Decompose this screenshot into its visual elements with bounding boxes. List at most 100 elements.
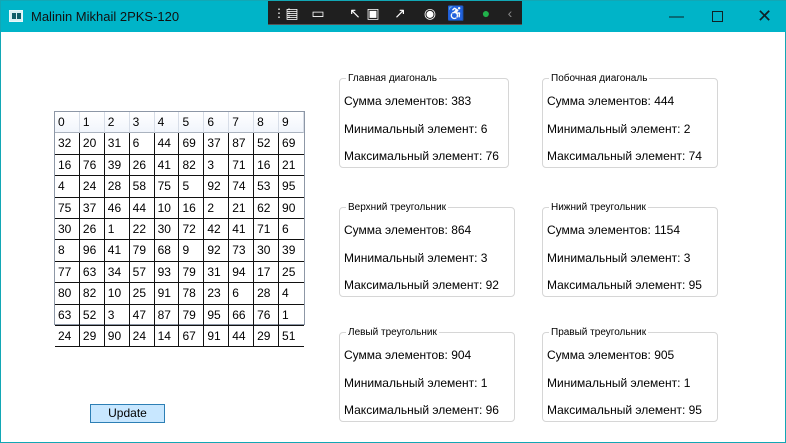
grid-cell[interactable]: 37 (79, 197, 105, 219)
grid-cell[interactable]: 62 (254, 197, 280, 219)
grid-cell[interactable]: 20 (79, 133, 105, 155)
grid-cell[interactable]: 10 (154, 197, 180, 219)
grid-cell[interactable]: 16 (254, 154, 280, 177)
grid-cell[interactable]: 10 (104, 283, 130, 305)
grid-cell[interactable]: 69 (279, 133, 304, 155)
grid-cell[interactable]: 30 (55, 218, 80, 241)
title-bar[interactable]: Malinin Mikhail 2PKS-120 ⋮⋮ ▤ ▭ ↖ ▣ ↗ ◉ … (1, 1, 786, 32)
grid-cell[interactable]: 72 (179, 218, 205, 241)
grid-cell[interactable]: 21 (229, 197, 255, 219)
grid-cell[interactable]: 76 (79, 154, 105, 177)
grid-cell[interactable]: 73 (229, 240, 255, 262)
grid-cell[interactable]: 74 (229, 176, 255, 198)
grid-cell[interactable]: 14 (154, 325, 180, 348)
grid-cell[interactable]: 1 (279, 305, 304, 326)
grid-cell[interactable]: 2 (204, 197, 230, 219)
matrix-data-grid[interactable]: 0 1 2 3 4 5 6 7 8 9 32 20 31 6 44 69 37 87 52 69 16 76 39 26 41 8… (54, 111, 305, 348)
grid-cell[interactable]: 6 (129, 133, 155, 155)
grid-cell[interactable]: 51 (279, 326, 304, 348)
grid-cell[interactable]: 29 (254, 325, 280, 348)
grid-cell[interactable]: 21 (279, 155, 304, 177)
grid-cell[interactable]: 79 (179, 304, 205, 326)
hot-reload-icon[interactable]: ◉ (421, 4, 439, 22)
grid-cell[interactable]: 58 (129, 176, 155, 198)
grid-cell[interactable]: 30 (254, 240, 280, 262)
grid-cell[interactable]: 41 (154, 154, 180, 177)
grid-cell[interactable]: 91 (204, 325, 230, 348)
grid-cell[interactable]: 78 (179, 283, 205, 305)
grid-cell[interactable]: 24 (79, 176, 105, 198)
grid-cell[interactable]: 3 (204, 154, 230, 177)
grid-cell[interactable]: 3 (104, 304, 130, 326)
grid-cell[interactable]: 24 (129, 325, 155, 348)
grid-cell[interactable]: 9 (179, 240, 205, 262)
display-layout-adorners-icon[interactable]: ▣ (364, 4, 382, 22)
grid-cell[interactable]: 5 (179, 176, 205, 198)
grid-cell[interactable]: 24 (55, 325, 80, 348)
grid-cell[interactable]: 16 (55, 154, 80, 177)
grid-cell[interactable]: 95 (204, 304, 230, 326)
grid-cell[interactable]: 44 (154, 133, 180, 155)
grid-cell[interactable]: 82 (79, 283, 105, 305)
grid-cell[interactable]: 79 (179, 261, 205, 284)
grid-cell[interactable]: 44 (129, 197, 155, 219)
grid-cell[interactable]: 28 (254, 283, 280, 305)
grid-cell[interactable]: 39 (279, 240, 304, 262)
grid-cell[interactable]: 75 (154, 176, 180, 198)
grid-cell[interactable]: 8 (55, 240, 80, 262)
grid-cell[interactable]: 17 (254, 261, 280, 284)
collapse-toolbar-icon[interactable]: ‹ (501, 4, 519, 22)
grid-cell[interactable]: 94 (229, 261, 255, 284)
grid-cell[interactable]: 96 (79, 240, 105, 262)
grid-cell[interactable]: 4 (279, 283, 304, 305)
grid-cell[interactable]: 92 (204, 240, 230, 262)
grid-cell[interactable]: 80 (55, 283, 80, 305)
grid-cell[interactable]: 69 (179, 133, 205, 155)
grid-cell[interactable]: 53 (254, 176, 280, 198)
grid-cell[interactable]: 22 (129, 218, 155, 241)
grid-cell[interactable]: 46 (104, 197, 130, 219)
track-focus-icon[interactable]: ↗ (391, 4, 409, 22)
grid-cell[interactable]: 66 (229, 304, 255, 326)
grid-cell[interactable]: 87 (154, 304, 180, 326)
grid-cell[interactable]: 16 (179, 197, 205, 219)
grid-cell[interactable]: 47 (129, 304, 155, 326)
grid-cell[interactable]: 4 (55, 176, 80, 198)
grid-cell[interactable]: 63 (55, 304, 80, 326)
grid-cell[interactable]: 30 (154, 218, 180, 241)
grid-cell[interactable]: 71 (229, 154, 255, 177)
grid-cell[interactable]: 41 (229, 218, 255, 241)
grid-cell[interactable]: 25 (129, 283, 155, 305)
grid-cell[interactable]: 26 (79, 218, 105, 241)
drag-handle-icon[interactable]: ⋮⋮ (273, 4, 295, 22)
video-camera-icon[interactable]: ▭ (309, 4, 327, 22)
grid-cell[interactable]: 91 (154, 283, 180, 305)
grid-cell[interactable]: 75 (55, 197, 80, 219)
grid-cell[interactable]: 57 (129, 261, 155, 284)
grid-cell[interactable]: 76 (254, 304, 280, 326)
grid-cell[interactable]: 52 (79, 304, 105, 326)
grid-cell[interactable]: 63 (79, 261, 105, 284)
grid-cell[interactable]: 23 (204, 283, 230, 305)
maximize-button[interactable] (695, 1, 740, 32)
grid-cell[interactable]: 31 (104, 133, 130, 155)
grid-cell[interactable]: 1 (104, 218, 130, 241)
grid-cell[interactable]: 39 (104, 154, 130, 177)
grid-cell[interactable]: 25 (279, 262, 304, 284)
grid-cell[interactable]: 93 (154, 261, 180, 284)
grid-cell[interactable]: 32 (55, 133, 80, 155)
live-visual-tree-icon[interactable]: ▤ (283, 4, 301, 22)
grid-cell[interactable]: 28 (104, 176, 130, 198)
grid-cell[interactable]: 92 (204, 176, 230, 198)
grid-cell[interactable]: 26 (129, 154, 155, 177)
minimize-button[interactable]: — (654, 1, 699, 32)
grid-cell[interactable]: 34 (104, 261, 130, 284)
select-element-icon[interactable]: ↖ (346, 4, 364, 22)
checkmark-icon[interactable]: ● (477, 4, 495, 22)
grid-cell[interactable]: 41 (104, 240, 130, 262)
grid-cell[interactable]: 71 (254, 218, 280, 241)
update-button[interactable]: Update (90, 404, 165, 423)
grid-cell[interactable]: 37 (204, 133, 230, 155)
grid-cell[interactable]: 68 (154, 240, 180, 262)
grid-cell[interactable]: 44 (229, 325, 255, 348)
